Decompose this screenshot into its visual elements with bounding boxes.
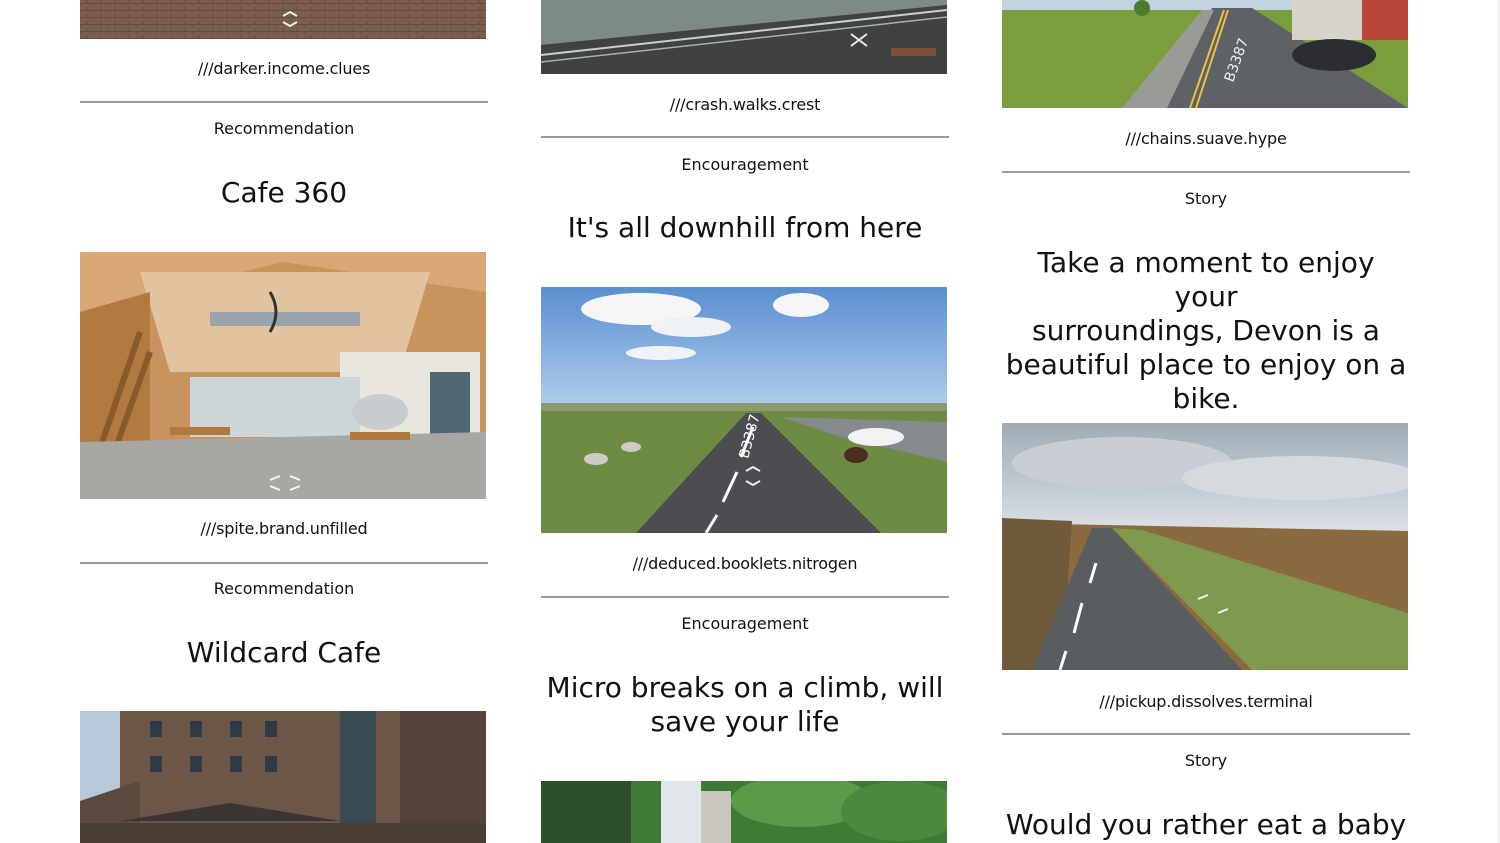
card-category: Encouragement (681, 614, 809, 633)
card-title: Wildcard Cafe (186, 636, 382, 669)
divider (1002, 171, 1410, 173)
what3words-address[interactable]: ///pickup.dissolves.terminal (1002, 692, 1410, 711)
card-category: Story (1184, 189, 1228, 208)
street-view-image-village-road[interactable]: B3387 (1002, 0, 1408, 108)
divider (80, 101, 488, 103)
what3words-address[interactable]: ///chains.suave.hype (1002, 129, 1410, 148)
street-view-image-moorland-road[interactable]: B3387 (541, 287, 947, 533)
what3words-address[interactable]: ///spite.brand.unfilled (80, 519, 488, 538)
street-view-image-paved-street[interactable] (80, 0, 486, 39)
street-view-image-coastal-lane[interactable] (1002, 423, 1408, 670)
street-view-image-waterfront[interactable] (541, 0, 947, 74)
what3words-address[interactable]: ///deduced.booklets.nitrogen (541, 554, 949, 573)
street-view-image-trees[interactable] (541, 781, 947, 843)
card-title: It's all downhill from here (567, 211, 923, 244)
card-title-line: save your life (650, 705, 840, 738)
card-category: Story (1184, 751, 1228, 770)
divider (541, 136, 949, 138)
card-title-line: bike. (1172, 382, 1240, 415)
card-title: Micro breaks on a climb, will save your … (541, 671, 949, 739)
card-category: Recommendation (213, 579, 355, 598)
what3words-address[interactable]: ///darker.income.clues (80, 59, 488, 78)
card-title-line: surroundings, Devon is a (1032, 314, 1380, 347)
card-title-line: beautiful place to enjoy on a (1005, 348, 1407, 381)
card-title-line: Micro breaks on a climb, will (546, 671, 944, 704)
card-title: Take a moment to enjoy your surroundings… (1002, 246, 1410, 416)
card-category: Recommendation (213, 119, 355, 138)
divider (80, 562, 488, 564)
card-title-line: Take a moment to enjoy your (1037, 246, 1375, 313)
card-category: Encouragement (681, 155, 809, 174)
street-view-image-brick-building[interactable] (80, 711, 486, 843)
divider (1002, 733, 1410, 735)
card-title: Would you rather eat a baby (1005, 808, 1407, 841)
what3words-address[interactable]: ///crash.walks.crest (541, 95, 949, 114)
card-title: Cafe 360 (220, 176, 348, 209)
divider (541, 596, 949, 598)
street-view-image-cafe-interior[interactable] (80, 252, 486, 499)
